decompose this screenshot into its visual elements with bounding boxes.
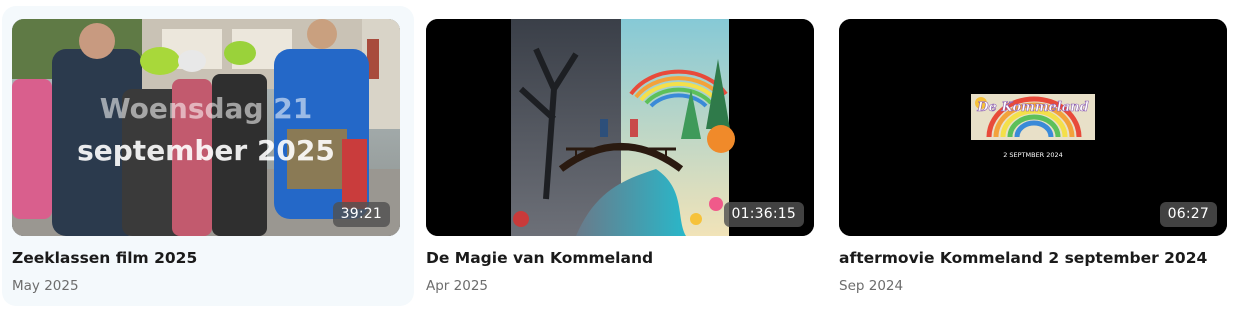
video-card[interactable]: 01:36:15 De Magie van Kommeland Apr 2025 xyxy=(416,6,828,306)
overlay-text-line1: Woensdag 21 xyxy=(100,92,312,125)
duration-badge: 01:36:15 xyxy=(723,202,804,227)
video-card[interactable]: De Kommeland 2 SEPTMBER 2024 06:27 after… xyxy=(829,6,1241,306)
kommeland-logo: De Kommeland xyxy=(971,94,1095,140)
video-title[interactable]: Zeeklassen film 2025 xyxy=(12,249,197,267)
video-title[interactable]: aftermovie Kommeland 2 september 2024 xyxy=(839,249,1207,267)
video-thumbnail[interactable]: 01:36:15 xyxy=(426,19,814,236)
video-date: May 2025 xyxy=(12,278,79,294)
duration-badge: 06:27 xyxy=(1159,202,1217,227)
overlay-text-line2: september 2025 xyxy=(77,134,335,167)
video-date: Sep 2024 xyxy=(839,278,904,294)
video-title[interactable]: De Magie van Kommeland xyxy=(426,249,653,267)
svg-text:De Kommeland: De Kommeland xyxy=(976,100,1088,115)
thumbnail-caption: 2 SEPTMBER 2024 xyxy=(1003,151,1063,159)
video-card[interactable]: Woensdag 21 september 2025 39:21 Zeeklas… xyxy=(2,6,414,306)
video-date: Apr 2025 xyxy=(426,278,489,294)
video-thumbnail[interactable]: Woensdag 21 september 2025 39:21 xyxy=(12,19,400,236)
duration-badge: 39:21 xyxy=(332,202,390,227)
video-thumbnail[interactable]: De Kommeland 2 SEPTMBER 2024 06:27 xyxy=(839,19,1227,236)
